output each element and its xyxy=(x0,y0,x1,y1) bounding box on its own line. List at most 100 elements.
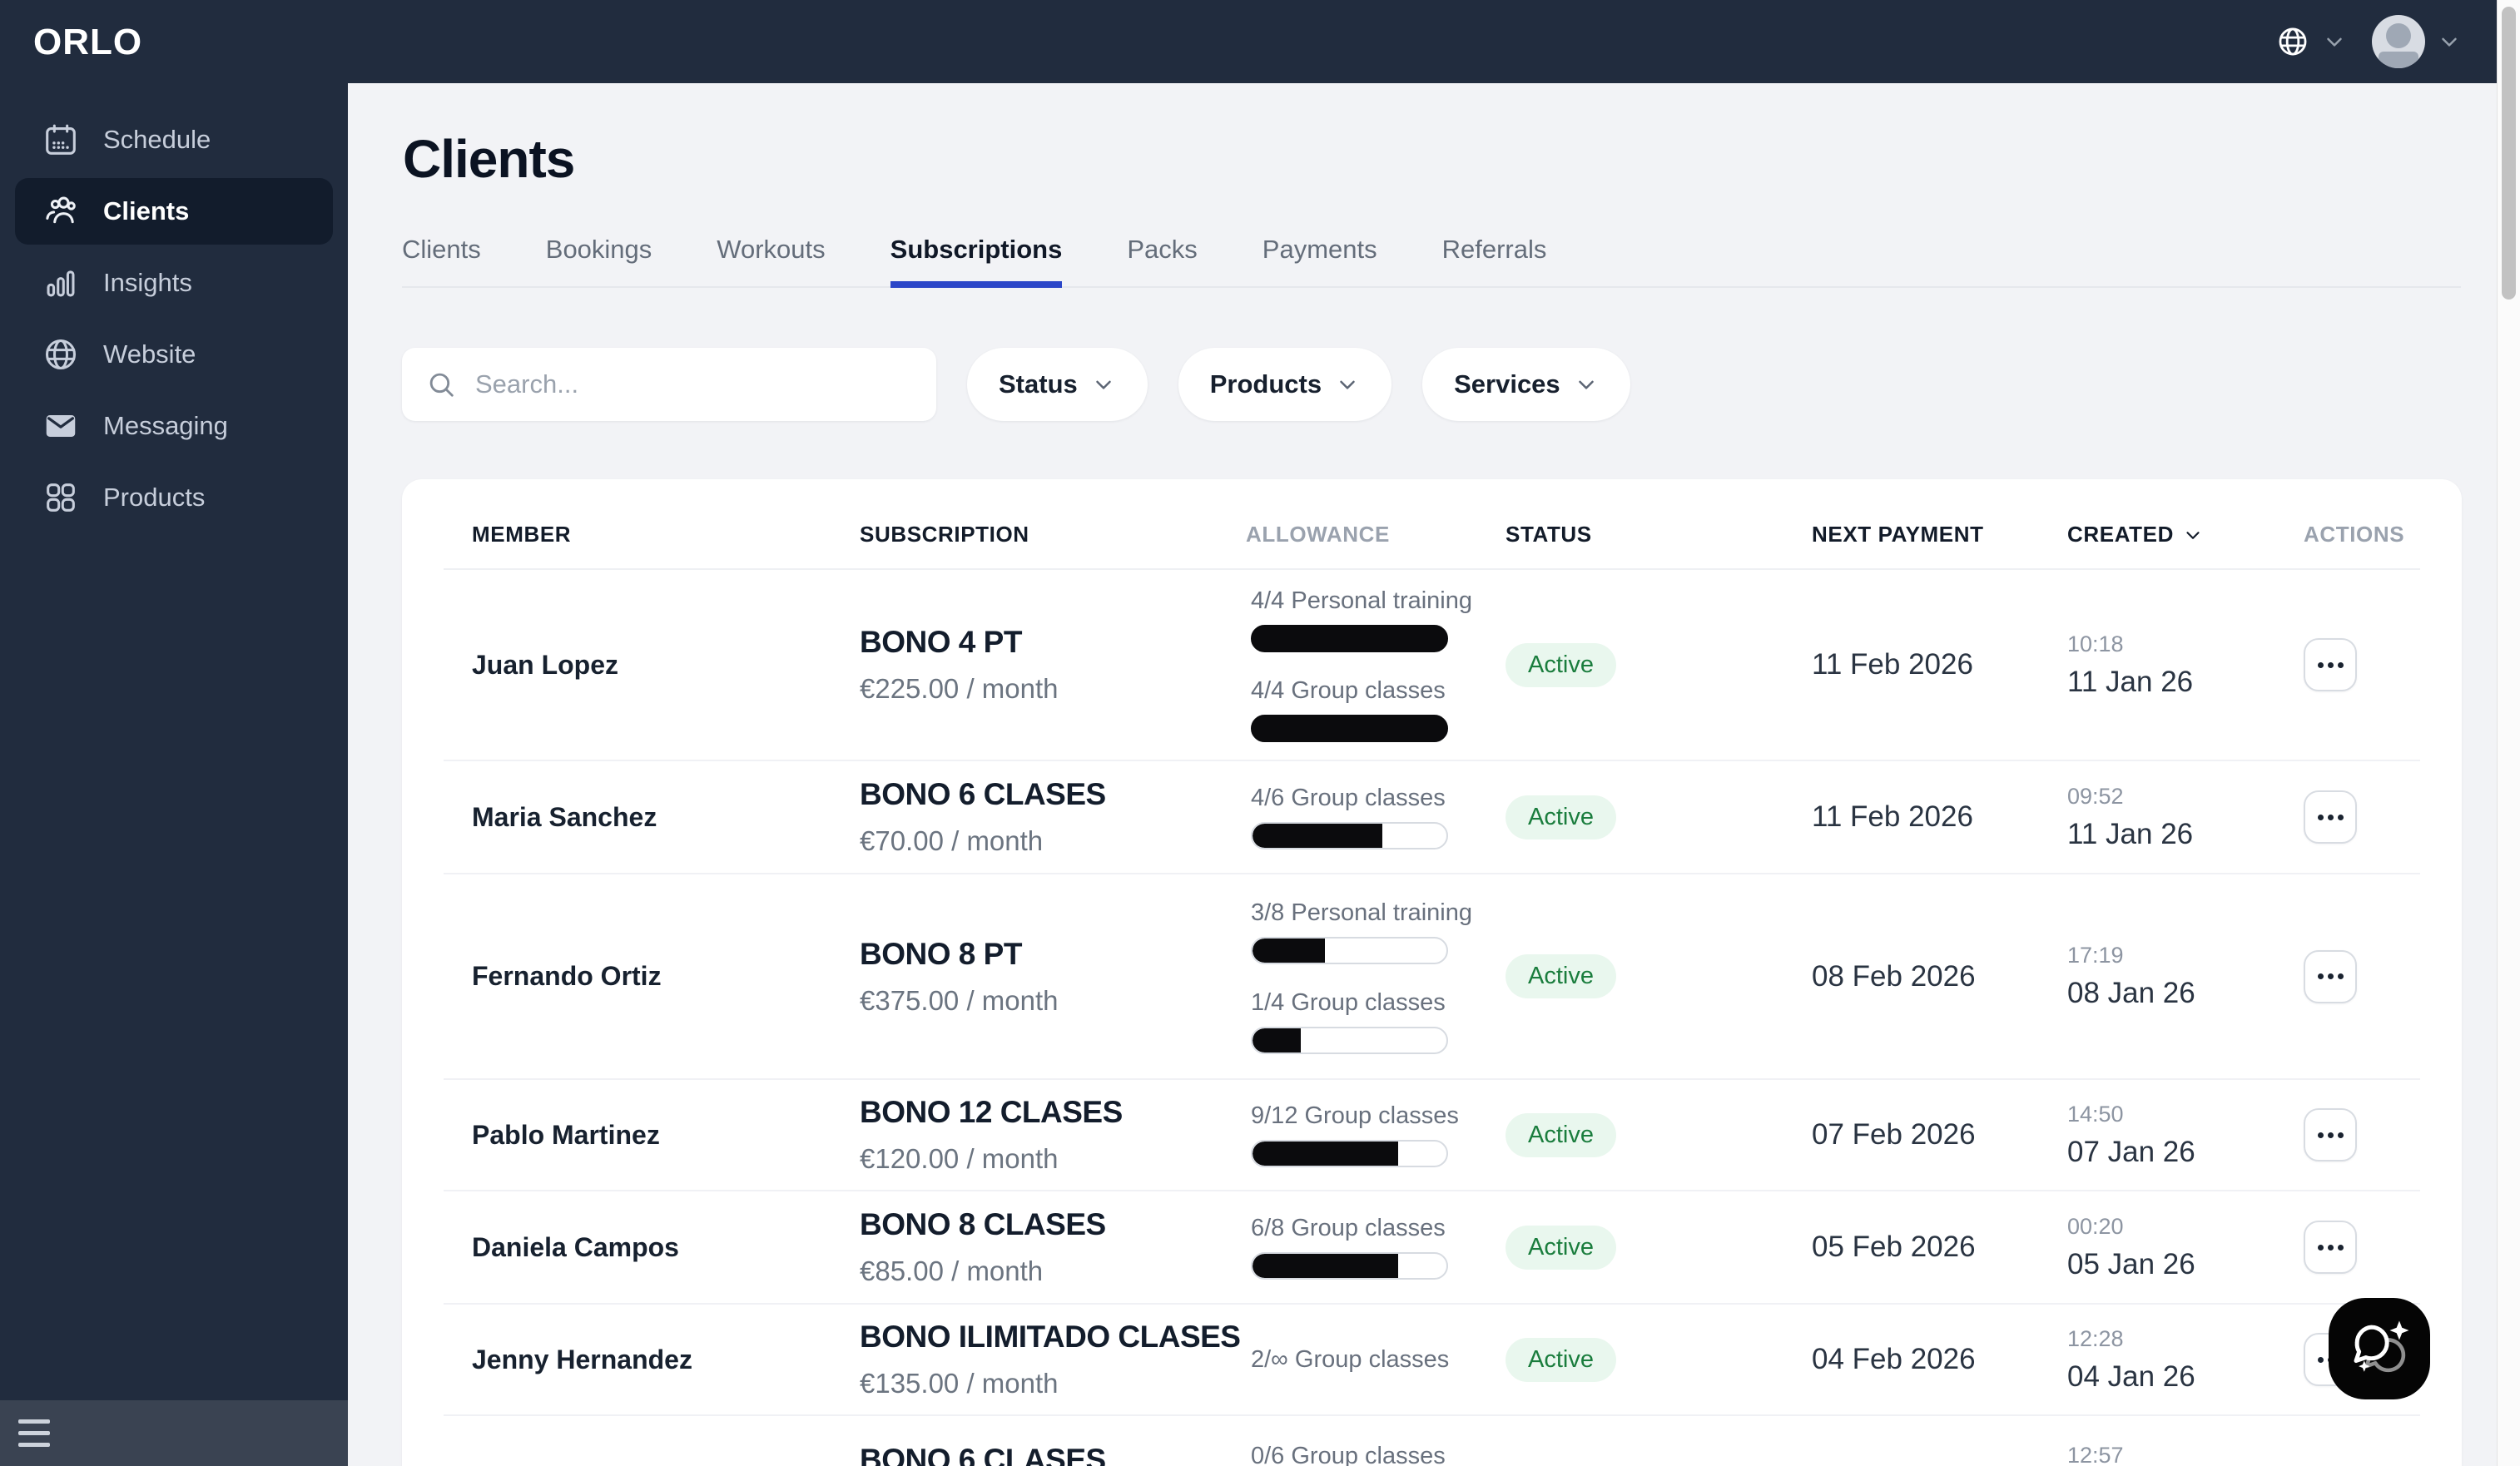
column-header-created[interactable]: CREATED xyxy=(2067,522,2260,547)
sidebar-item-label: Schedule xyxy=(103,125,211,155)
column-header-allowance: ALLOWANCE xyxy=(1246,522,1506,547)
created-time: 09:52 xyxy=(2067,784,2260,810)
status-badge: Active xyxy=(1506,643,1616,687)
column-header-actions: ACTIONS xyxy=(2260,522,2420,547)
subscription-name: BONO 6 CLASES xyxy=(860,777,1246,812)
allowance-label: 4/6 Group classes xyxy=(1251,785,1506,812)
sidebar-item-insights[interactable]: Insights xyxy=(15,250,333,316)
created-time: 10:18 xyxy=(2067,631,2260,657)
allowance-cell: 6/8 Group classes xyxy=(1246,1215,1506,1280)
products-filter-dropdown[interactable]: Products xyxy=(1178,348,1391,421)
status-badge: Active xyxy=(1506,1113,1616,1157)
row-actions-button[interactable] xyxy=(2304,790,2357,844)
tab-bookings[interactable]: Bookings xyxy=(546,235,652,286)
sidebar-item-website[interactable]: Website xyxy=(15,321,333,388)
member-name: Maria Sanchez xyxy=(444,802,860,833)
subscription-cell: BONO 6 CLASES €70.00 / month xyxy=(860,777,1246,857)
next-payment: 11 Feb 2026 xyxy=(1812,648,2067,681)
page-title: Clients xyxy=(403,128,574,190)
subscription-price: €70.00 / month xyxy=(860,825,1246,857)
row-actions-button[interactable] xyxy=(2304,1221,2357,1274)
created-date: 05 Jan 26 xyxy=(2067,1248,2260,1281)
row-actions-button[interactable] xyxy=(2304,950,2357,1003)
created-date: 08 Jan 26 xyxy=(2067,977,2260,1010)
subscription-price: €375.00 / month xyxy=(860,985,1246,1017)
tab-payments[interactable]: Payments xyxy=(1262,235,1377,286)
mail-icon xyxy=(42,407,80,445)
hamburger-icon[interactable] xyxy=(18,1419,50,1447)
subscription-name: BONO 8 CLASES xyxy=(860,1207,1246,1242)
allowance-progress-bar xyxy=(1251,625,1448,652)
tab-packs[interactable]: Packs xyxy=(1127,235,1197,286)
next-payment: 11 Feb 2026 xyxy=(1812,800,2067,834)
subscription-price: €120.00 / month xyxy=(860,1143,1246,1175)
row-actions-button[interactable] xyxy=(2304,1108,2357,1161)
avatar xyxy=(2372,15,2425,68)
subscription-cell: BONO 8 PT €375.00 / month xyxy=(860,937,1246,1017)
created-cell: 17:19 08 Jan 26 xyxy=(2067,943,2260,1010)
allowance-cell: 9/12 Group classes xyxy=(1246,1102,1506,1167)
created-time: 17:19 xyxy=(2067,943,2260,968)
sidebar-item-label: Products xyxy=(103,483,205,513)
sidebar-item-messaging[interactable]: Messaging xyxy=(15,393,333,459)
subscription-cell: BONO 6 CLASES xyxy=(860,1416,1246,1466)
table-row: Jenny Hernandez BONO ILIMITADO CLASES €1… xyxy=(444,1305,2420,1416)
services-filter-dropdown[interactable]: Services xyxy=(1422,348,1630,421)
person-icon xyxy=(2386,23,2411,48)
column-header-next-payment[interactable]: NEXT PAYMENT xyxy=(1812,522,2067,547)
next-payment: 07 Feb 2026 xyxy=(1812,1118,2067,1152)
allowance-label: 3/8 Personal training xyxy=(1251,899,1506,927)
search-input[interactable] xyxy=(475,369,875,399)
sidebar-item-products[interactable]: Products xyxy=(15,464,333,531)
chat-widget-button[interactable] xyxy=(2329,1298,2430,1399)
tab-referrals[interactable]: Referrals xyxy=(1442,235,1547,286)
column-header-status[interactable]: STATUS xyxy=(1506,522,1812,547)
subscription-name: BONO ILIMITADO CLASES xyxy=(860,1320,1246,1355)
created-date: 11 Jan 26 xyxy=(2067,666,2260,699)
status-badge: Active xyxy=(1506,795,1616,839)
scrollbar-thumb[interactable] xyxy=(2502,7,2516,300)
allowance-progress-bar xyxy=(1251,715,1448,742)
created-cell: 14:50 07 Jan 26 xyxy=(2067,1102,2260,1169)
table-row: Pablo Martinez BONO 12 CLASES €120.00 / … xyxy=(444,1080,2420,1191)
sidebar-item-clients[interactable]: Clients xyxy=(15,178,333,245)
created-date: 07 Jan 26 xyxy=(2067,1136,2260,1169)
column-header-member[interactable]: MEMBER xyxy=(444,522,860,547)
member-name: Daniela Campos xyxy=(444,1232,860,1263)
subscription-name: BONO 8 PT xyxy=(860,937,1246,972)
tab-workouts[interactable]: Workouts xyxy=(717,235,825,286)
filter-bar: Status Products Services xyxy=(402,348,1630,421)
created-date: 04 Jan 26 xyxy=(2067,1360,2260,1394)
created-cell: 09:52 11 Jan 26 xyxy=(2067,784,2260,851)
column-header-subscription[interactable]: SUBSCRIPTION xyxy=(860,522,1246,547)
sidebar-item-label: Insights xyxy=(103,268,192,298)
subscriptions-table-card: MEMBER SUBSCRIPTION ALLOWANCE STATUS NEX… xyxy=(402,479,2462,1466)
table-row: BONO 6 CLASES 0/6 Group classes 12:57 xyxy=(444,1416,2420,1466)
calendar-icon xyxy=(42,121,80,159)
subscription-price: €225.00 / month xyxy=(860,673,1246,705)
member-name: Fernando Ortiz xyxy=(444,961,860,992)
sidebar-footer xyxy=(0,1400,348,1466)
globe-icon xyxy=(2275,24,2310,59)
allowance-progress-bar xyxy=(1251,1252,1448,1280)
tab-clients[interactable]: Clients xyxy=(402,235,481,286)
page-scrollbar[interactable] xyxy=(2497,0,2520,1466)
chevron-down-icon xyxy=(1574,372,1599,397)
allowance-label: 4/4 Group classes xyxy=(1251,677,1506,705)
row-actions-button[interactable] xyxy=(2304,638,2357,691)
allowance-label: 4/4 Personal training xyxy=(1251,587,1506,615)
status-badge: Active xyxy=(1506,954,1616,998)
sidebar-item-schedule[interactable]: Schedule xyxy=(15,106,333,173)
table-row: Fernando Ortiz BONO 8 PT €375.00 / month… xyxy=(444,874,2420,1080)
language-menu[interactable] xyxy=(2275,24,2347,59)
search-box[interactable] xyxy=(402,348,936,421)
chat-sparkle-icon xyxy=(2341,1310,2418,1387)
main-content: Clients Clients Bookings Workouts Subscr… xyxy=(348,83,2497,1466)
subscription-price: €85.00 / month xyxy=(860,1256,1246,1287)
allowance-cell: 4/6 Group classes xyxy=(1246,785,1506,849)
allowance-cell: 3/8 Personal training 1/4 Group classes xyxy=(1246,899,1506,1054)
status-filter-dropdown[interactable]: Status xyxy=(967,348,1148,421)
account-menu[interactable] xyxy=(2372,15,2462,68)
tab-subscriptions[interactable]: Subscriptions xyxy=(890,235,1063,286)
created-time: 00:20 xyxy=(2067,1214,2260,1240)
